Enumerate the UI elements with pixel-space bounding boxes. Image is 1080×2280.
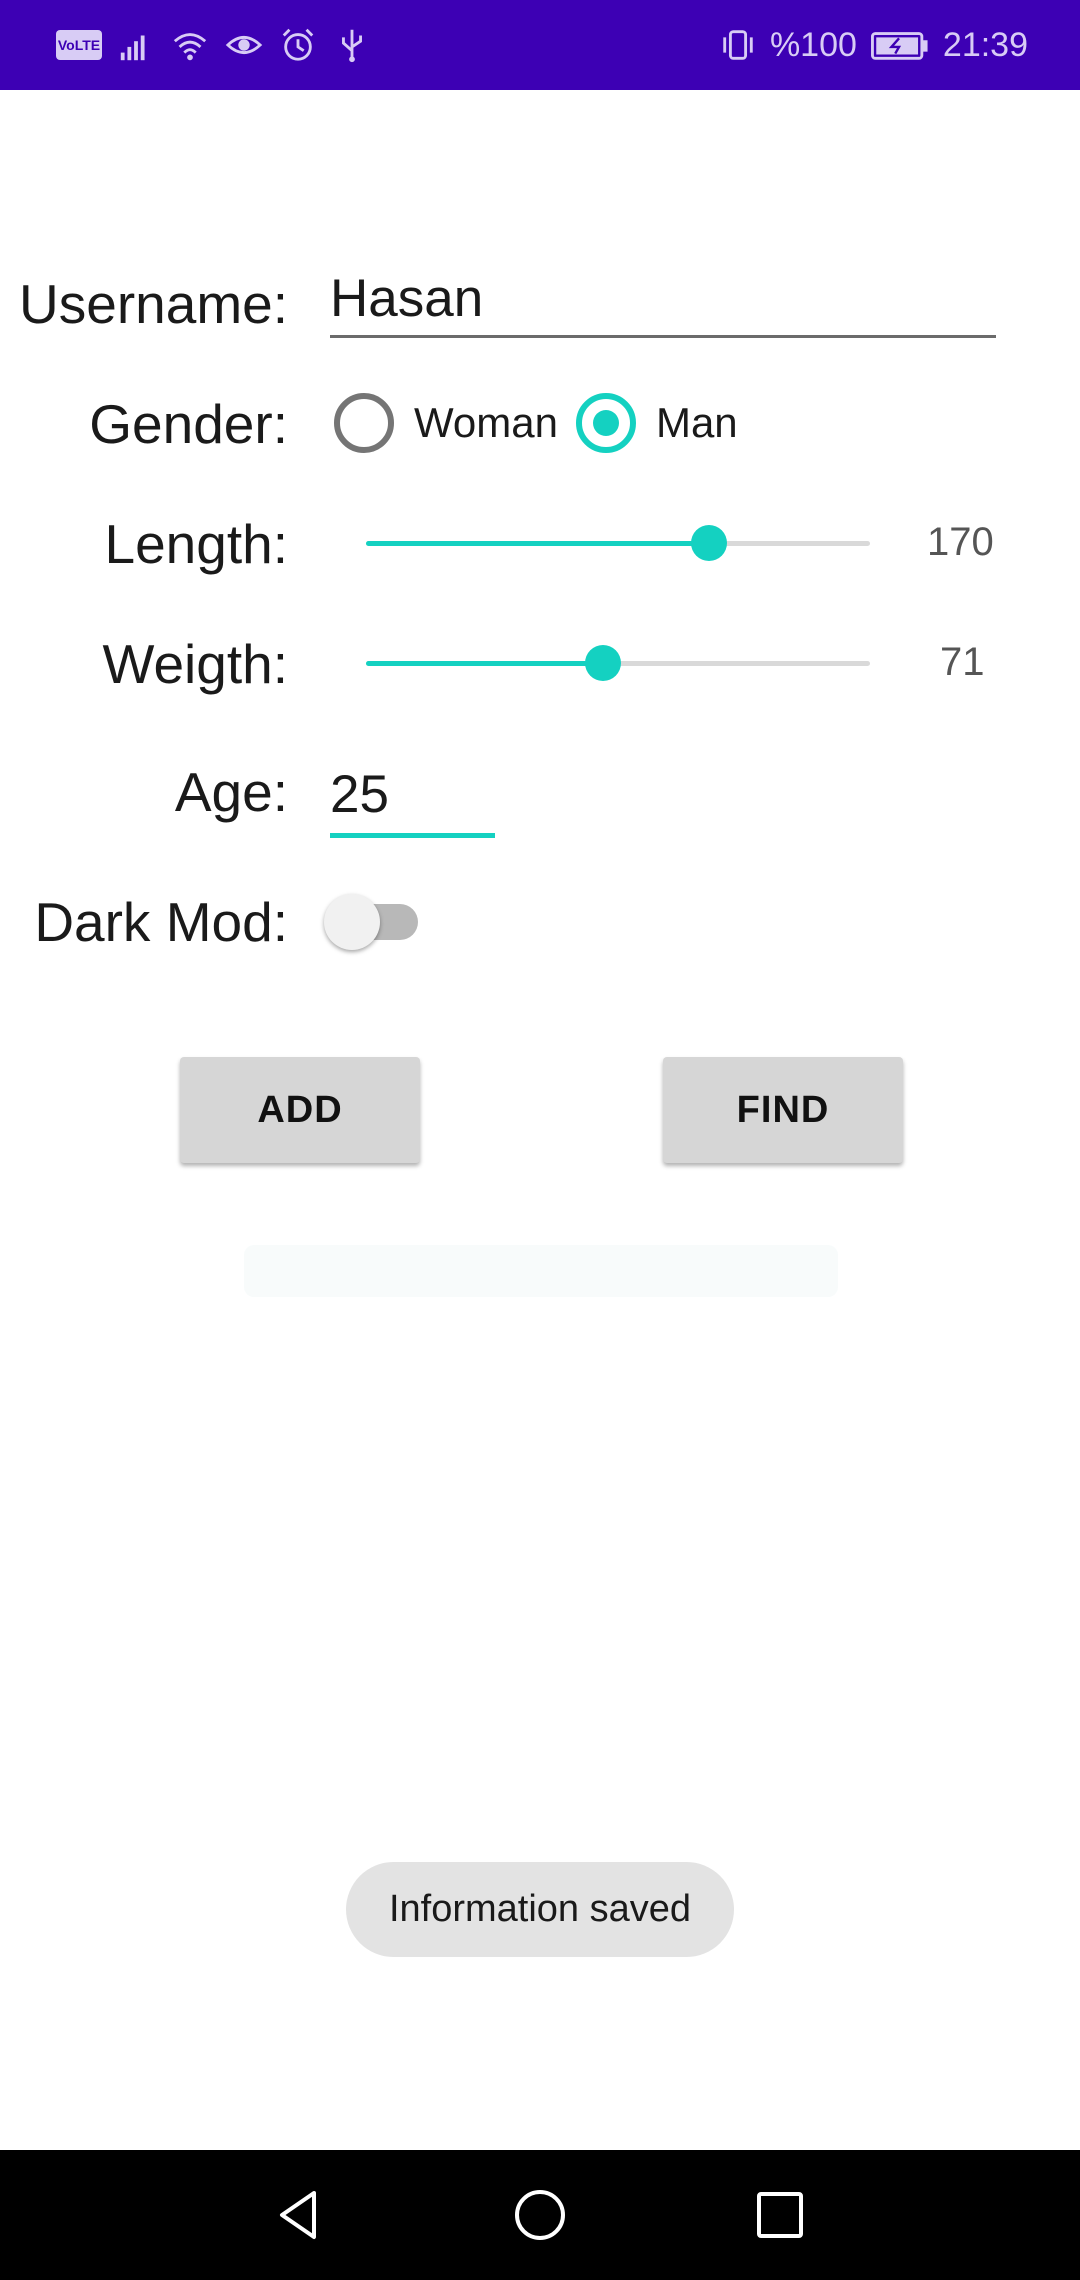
recents-icon[interactable] — [745, 2180, 815, 2250]
username-input[interactable] — [330, 262, 996, 338]
radio-label-man: Man — [655, 399, 738, 446]
home-icon[interactable] — [505, 2180, 575, 2250]
slider-thumb[interactable] — [584, 645, 621, 681]
slider-thumb[interactable] — [690, 525, 727, 561]
length-slider[interactable] — [366, 523, 870, 563]
weight-slider[interactable] — [366, 643, 870, 683]
dark-mode-switch[interactable] — [322, 890, 422, 952]
slider-fill — [366, 661, 603, 666]
switch-thumb — [324, 894, 380, 950]
gender-radio-group: Woman Man — [334, 392, 738, 454]
clock: 21:39 — [942, 25, 1028, 64]
radio-checked-icon — [575, 393, 636, 453]
gender-radio-man[interactable]: Man — [575, 393, 738, 453]
wifi-icon — [170, 25, 210, 65]
toast-message: Information saved — [346, 1862, 734, 1957]
result-area — [244, 1245, 838, 1297]
volte-icon: VoLTE — [56, 30, 102, 60]
gender-label: Gender: — [89, 393, 288, 455]
status-left: VoLTE — [56, 0, 372, 90]
status-right: %100 21:39 — [718, 0, 1028, 90]
back-icon[interactable] — [265, 2180, 335, 2250]
battery-percent: %100 — [769, 25, 857, 64]
usb-icon — [332, 25, 372, 65]
battery-charging-icon — [869, 25, 931, 65]
age-input[interactable] — [330, 756, 495, 838]
status-bar: VoLTE %100 21:39 — [0, 0, 1080, 90]
weight-value: 71 — [940, 640, 985, 684]
alarm-icon — [278, 25, 318, 65]
weight-label: Weigth: — [102, 633, 288, 695]
radio-label-woman: Woman — [414, 399, 558, 446]
find-button[interactable]: FIND — [663, 1057, 903, 1163]
length-value: 170 — [927, 520, 994, 564]
vibrate-icon — [718, 25, 758, 65]
length-label: Length: — [104, 513, 288, 575]
add-button[interactable]: ADD — [180, 1057, 420, 1163]
username-label: Username: — [19, 273, 288, 335]
eye-icon — [224, 25, 264, 65]
dark-mode-label: Dark Mod: — [34, 891, 288, 953]
navigation-bar — [0, 2150, 1080, 2280]
radio-unchecked-icon — [334, 393, 394, 453]
age-label: Age: — [174, 761, 288, 823]
signal-icon — [116, 25, 156, 65]
slider-fill — [366, 541, 709, 546]
gender-radio-woman[interactable]: Woman — [334, 393, 558, 453]
